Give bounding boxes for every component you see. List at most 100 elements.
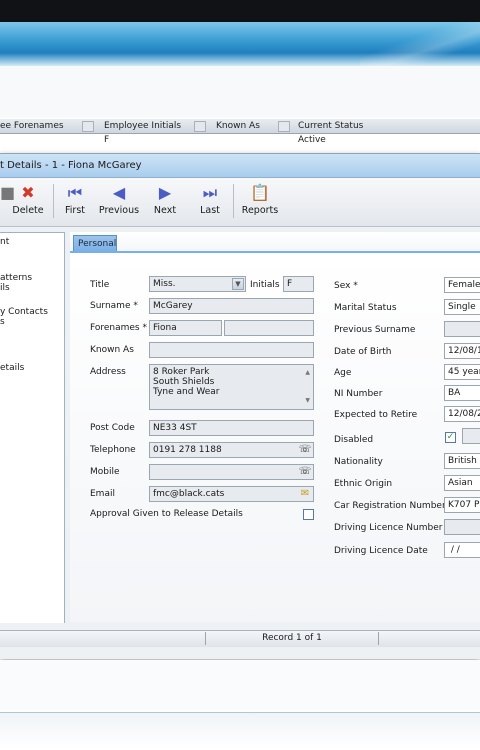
licence-number-field[interactable]	[444, 519, 480, 535]
column-filter-icon[interactable]	[278, 121, 290, 132]
delete-icon: ✖	[21, 183, 35, 202]
previous-surname-label: Previous Surname	[334, 325, 416, 335]
table-row[interactable]: F Active	[0, 134, 480, 146]
ethnic-origin-select[interactable]: Asian	[444, 475, 480, 491]
content-area: Personal Title Miss. ▼ Initials F Surnam…	[70, 232, 480, 622]
sex-select[interactable]: Female	[444, 277, 480, 293]
sidebar-item-patterns-2[interactable]: ils	[0, 283, 10, 293]
ethnic-origin-label: Ethnic Origin	[334, 479, 393, 489]
grid-header: ee Forenames Employee Initials Known As …	[0, 119, 480, 134]
employee-details-window: t Details - 1 - Fiona McGarey ■ ✖ Delete…	[0, 153, 480, 659]
previous-surname-field[interactable]	[444, 321, 480, 337]
marital-status-select[interactable]: Single	[444, 299, 480, 315]
ni-number-label: NI Number	[334, 389, 383, 399]
column-header-forenames[interactable]: ee Forenames	[0, 121, 64, 131]
delete-button[interactable]: ✖ Delete	[8, 182, 48, 222]
column-header-known-as[interactable]: Known As	[216, 121, 260, 131]
phone-dial-icon[interactable]: ☏	[298, 465, 312, 478]
partial-button[interactable]: ■	[0, 182, 15, 222]
telephone-field[interactable]: 0191 278 1188 ☏	[149, 442, 314, 458]
scroll-down-icon[interactable]: ▼	[305, 396, 310, 406]
cell-status: Active	[298, 135, 326, 145]
age-field: 45 year	[444, 364, 480, 380]
telephone-value: 0191 278 1188	[153, 445, 222, 455]
sidebar: nt atterns ils y Contacts s etails	[0, 232, 65, 623]
known-as-field[interactable]	[149, 342, 314, 358]
disabled-label: Disabled	[334, 435, 374, 445]
last-button[interactable]: ⏭ Last	[194, 182, 226, 222]
ni-number-field[interactable]: BA	[444, 385, 480, 401]
reports-label: Reports	[241, 205, 279, 216]
disabled-checkbox[interactable]: ✓	[445, 432, 456, 443]
marital-status-label: Marital Status	[334, 303, 397, 313]
toolbar: ■ ✖ Delete ⏮ First ◀ Previous ▶ Next ⏭ L…	[0, 178, 480, 227]
postcode-label: Post Code	[90, 423, 135, 433]
dob-label: Date of Birth	[334, 347, 392, 357]
sex-label: Sex *	[334, 281, 358, 291]
window-title: t Details - 1 - Fiona McGarey	[0, 160, 142, 171]
next-label: Next	[153, 205, 177, 216]
title-value: Miss.	[153, 279, 176, 289]
mobile-label: Mobile	[90, 467, 120, 477]
surname-label: Surname *	[90, 301, 138, 311]
sidebar-item-patterns[interactable]: atterns	[0, 273, 32, 283]
title-select[interactable]: Miss. ▼	[149, 276, 246, 292]
background-area	[0, 660, 480, 710]
address-line-1: 8 Roker Park	[153, 367, 210, 377]
reports-button[interactable]: 📋 Reports	[238, 182, 282, 222]
first-button[interactable]: ⏮ First	[58, 182, 92, 222]
previous-button[interactable]: ◀ Previous	[94, 182, 144, 222]
approval-checkbox[interactable]	[303, 509, 314, 520]
column-header-status[interactable]: Current Status	[298, 121, 363, 131]
personal-panel: Title Miss. ▼ Initials F Surname * McGar…	[70, 253, 480, 622]
expected-retire-label: Expected to Retire	[334, 410, 418, 420]
approval-label: Approval Given to Release Details	[90, 509, 243, 519]
scroll-up-icon[interactable]: ▲	[305, 368, 310, 378]
next-icon: ▶	[158, 183, 172, 202]
licence-date-field[interactable]: / /	[444, 542, 480, 558]
mobile-field[interactable]: ☏	[149, 464, 314, 480]
expected-retire-field: 12/08/2	[444, 406, 480, 422]
address-field[interactable]: 8 Roker Park South Shields Tyne and Wear…	[149, 364, 314, 410]
tab-strip: Personal	[70, 232, 480, 252]
reports-icon: 📋	[250, 183, 270, 202]
dob-field[interactable]: 12/08/1	[444, 343, 480, 359]
email-value: fmc@black.cats	[153, 489, 225, 499]
forenames-field[interactable]: Fiona	[149, 320, 222, 336]
next-button[interactable]: ▶ Next	[148, 182, 182, 222]
forenames-label: Forenames *	[90, 323, 147, 333]
forenames-field-2[interactable]	[224, 320, 314, 336]
email-field[interactable]: fmc@black.cats ✉	[149, 486, 314, 502]
sidebar-item-contacts-2[interactable]: s	[0, 317, 5, 327]
nationality-label: Nationality	[334, 457, 383, 467]
background-area	[0, 66, 480, 118]
column-filter-icon[interactable]	[82, 121, 94, 132]
known-as-label: Known As	[90, 345, 134, 355]
last-label: Last	[200, 205, 220, 216]
sidebar-item-employment[interactable]: nt	[0, 237, 9, 247]
window-title-bar[interactable]: t Details - 1 - Fiona McGarey	[0, 154, 480, 178]
previous-icon: ◀	[112, 183, 126, 202]
address-label: Address	[90, 367, 126, 377]
column-filter-icon[interactable]	[194, 121, 206, 132]
sidebar-item-details[interactable]: etails	[0, 363, 24, 373]
tab-personal[interactable]: Personal	[73, 235, 117, 252]
phone-dial-icon[interactable]: ☏	[298, 443, 312, 456]
licence-number-label: Driving Licence Number	[334, 523, 443, 533]
title-label: Title	[90, 280, 110, 290]
disabled-detail-field[interactable]	[462, 428, 480, 444]
envelope-icon[interactable]: ✉	[298, 487, 312, 500]
toolbar-separator	[233, 184, 234, 218]
record-counter: Record 1 of 1	[205, 632, 379, 645]
delete-label: Delete	[12, 205, 44, 216]
column-header-initials[interactable]: Employee Initials	[104, 121, 181, 131]
initials-field[interactable]: F	[283, 276, 314, 292]
sidebar-item-contacts[interactable]: y Contacts	[0, 307, 48, 317]
chevron-down-icon[interactable]: ▼	[232, 278, 244, 290]
car-registration-label: Car Registration Number	[334, 501, 446, 511]
car-registration-field[interactable]: K707 PP	[444, 497, 480, 513]
postcode-field[interactable]: NE33 4ST	[149, 420, 314, 436]
previous-label: Previous	[98, 205, 140, 216]
nationality-select[interactable]: British	[444, 453, 480, 469]
surname-field[interactable]: McGarey	[149, 298, 314, 314]
